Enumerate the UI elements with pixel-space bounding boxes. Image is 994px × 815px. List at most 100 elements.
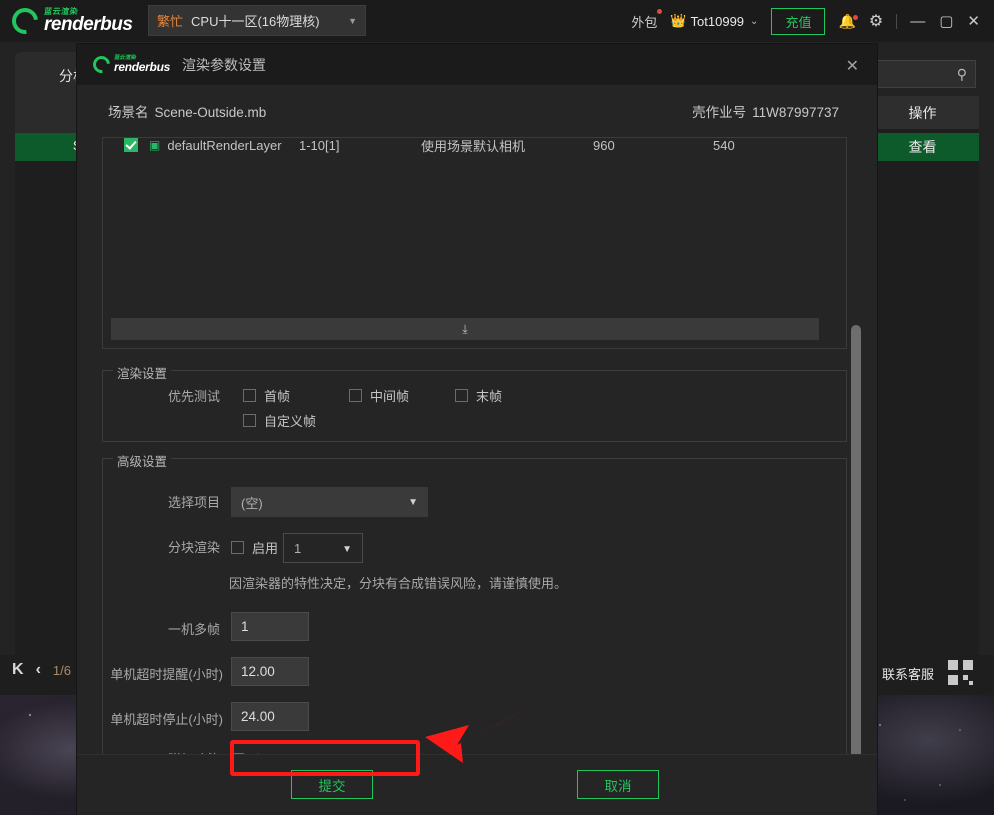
notifications-button[interactable]: 🔔	[838, 13, 858, 30]
middle-frame-checkbox[interactable]	[349, 389, 362, 402]
timeout-warn-value: 12.00	[241, 664, 275, 679]
checkbox-middle-frame[interactable]: 中间帧	[349, 386, 409, 405]
scene-name-label: 场景名	[108, 105, 149, 120]
layer-height: 540	[713, 137, 735, 153]
title-bar-right-group: 外包 👑 Tot10999 ⌄ 充值 🔔 ⚙ — ▢ ✕	[631, 0, 994, 42]
app-window: 分析 Sc ⚲ 操作 查看 K ‹ 1/6 ☉联系客服 蓝云渲染 renderb…	[0, 0, 994, 815]
settings-button[interactable]: ⚙	[869, 11, 883, 31]
user-menu[interactable]: 👑 Tot10999 ⌄	[670, 13, 758, 29]
outsource-button[interactable]: 外包	[631, 8, 663, 31]
chevron-down-icon: ▼	[408, 497, 418, 508]
brand-en-label: renderbus	[44, 14, 133, 35]
cpu-zone-dropdown[interactable]: 繁忙 CPU十一区(16物理核) ▼	[148, 5, 366, 36]
tile-count-dropdown[interactable]: 1 ▼	[283, 533, 363, 563]
contact-support-link[interactable]: ☉联系客服	[868, 664, 934, 683]
submit-label: 提交	[318, 778, 346, 794]
maximize-button[interactable]: ▢	[939, 12, 953, 30]
job-number-value: 11W87997737	[752, 105, 839, 120]
tile-enable-label: 启用	[252, 541, 279, 556]
brand-cn-label: 蓝云渲染	[43, 7, 79, 16]
pagination: K ‹ 1/6	[12, 661, 71, 679]
timeout-stop-input[interactable]: 24.00	[231, 702, 309, 731]
checkbox-last-frame[interactable]: 末帧	[455, 386, 502, 405]
qr-code-icon[interactable]	[948, 660, 976, 688]
right-panel-body	[866, 96, 979, 665]
tile-render-label: 分块渲染	[168, 540, 221, 555]
right-panel-header-label: 操作	[908, 104, 937, 121]
expand-layers-button[interactable]: ⤓	[111, 318, 819, 340]
tile-enable-toggle[interactable]: 启用	[231, 538, 278, 557]
tile-enable-checkbox[interactable]	[231, 541, 244, 554]
cpu-zone-label: CPU十一区(16物理核)	[191, 14, 320, 29]
recharge-label: 充值	[771, 7, 826, 35]
timeout-warn-label: 单机超时提醒(小时)	[110, 667, 223, 682]
tile-render-note: 因渲染器的特性决定，分块有合成错误风险，请谨慎使用。	[229, 576, 568, 591]
layer-checkbox[interactable]	[124, 138, 138, 152]
job-number-field: 壳作业号 11W87997737	[692, 101, 839, 121]
cancel-label: 取消	[604, 778, 632, 794]
timeout-stop-label: 单机超时停止(小时)	[110, 712, 223, 727]
chevron-down-icon: ▼	[348, 15, 357, 26]
dialog-header: 蓝云渲染 renderbus 渲染参数设置 ✕	[77, 44, 877, 85]
cancel-button[interactable]: 取消	[577, 770, 659, 799]
checkbox-custom-frame[interactable]: 自定义帧	[243, 411, 316, 430]
render-settings-group: 渲染设置 优先测试 首帧 中间帧 末帧 自定义帧	[102, 363, 847, 442]
outsource-label: 外包	[631, 14, 658, 30]
submit-button[interactable]: 提交	[291, 770, 373, 799]
dialog-scrollbar-thumb[interactable]	[851, 325, 861, 815]
checkbox-first-frame[interactable]: 首帧	[243, 386, 290, 405]
multiframe-row: 一机多帧	[168, 619, 220, 638]
middle-frame-label: 中间帧	[370, 389, 410, 404]
page-indicator: 1/6	[52, 662, 71, 678]
tile-note-row: 因渲染器的特性决定，分块有合成错误风险，请谨慎使用。	[229, 573, 567, 592]
project-select-label: 选择项目	[168, 495, 221, 510]
search-icon: ⚲	[956, 66, 967, 82]
first-page-icon[interactable]: K	[12, 661, 24, 679]
multiframe-input[interactable]: 1	[231, 612, 309, 641]
notification-dot-icon	[657, 8, 663, 14]
contact-support-label: 联系客服	[881, 667, 934, 682]
right-panel-view-button[interactable]: 查看	[866, 133, 979, 161]
advanced-settings-group: 高级设置 选择项目 (空) ▼ 分块渲染 启用 1 ▼ 因渲染器的特性决定，分块…	[102, 451, 847, 785]
project-select-value: (空)	[241, 495, 263, 511]
advanced-settings-legend: 高级设置	[113, 451, 172, 470]
user-name-label: Tot10999	[690, 13, 745, 29]
timeout-stop-value: 24.00	[241, 709, 275, 724]
close-window-button[interactable]: ✕	[967, 12, 980, 30]
project-select-row: 选择项目	[168, 492, 220, 511]
job-number-label: 壳作业号	[692, 105, 747, 120]
prev-page-icon[interactable]: ‹	[36, 661, 41, 679]
minimize-button[interactable]: —	[910, 13, 925, 30]
layer-width: 960	[593, 137, 615, 153]
first-frame-label: 首帧	[264, 389, 291, 404]
layer-name: defaultRenderLayer	[167, 137, 282, 153]
multiframe-value: 1	[241, 619, 249, 634]
priority-test-row: 优先测试	[168, 386, 220, 405]
priority-test-label: 优先测试	[168, 389, 221, 404]
chevron-down-icon: ▼	[342, 544, 352, 555]
table-row[interactable]: ▣ defaultRenderLayer 1-10[1] 使用场景默认相机 96…	[103, 130, 828, 160]
first-frame-checkbox[interactable]	[243, 389, 256, 402]
last-frame-checkbox[interactable]	[455, 389, 468, 402]
render-settings-dialog: 蓝云渲染 renderbus 渲染参数设置 ✕ 场景名 Scene-Outside…	[77, 44, 877, 815]
last-frame-label: 末帧	[476, 389, 503, 404]
scene-name-field: 场景名 Scene-Outside.mb	[108, 101, 266, 121]
tile-count-value: 1	[294, 540, 302, 556]
render-layer-list: ▣ defaultRenderLayer 1-10[1] 使用场景默认相机 96…	[102, 137, 847, 349]
timeout-warn-input[interactable]: 12.00	[231, 657, 309, 686]
dialog-brand-en: renderbus	[114, 60, 170, 75]
right-panel-view-label: 查看	[908, 139, 937, 155]
project-select-dropdown[interactable]: (空) ▼	[231, 487, 428, 517]
layer-frames: 1-10[1]	[299, 137, 340, 153]
dialog-close-icon[interactable]: ✕	[846, 56, 859, 76]
search-input[interactable]: ⚲	[872, 60, 976, 88]
recharge-button[interactable]: 充值	[771, 7, 826, 35]
dialog-brand-cn: 蓝云渲染	[113, 54, 137, 61]
render-settings-legend: 渲染设置	[113, 363, 172, 382]
layer-camera: 使用场景默认相机	[421, 138, 526, 154]
title-bar-divider	[896, 13, 898, 29]
custom-frame-checkbox[interactable]	[243, 414, 256, 427]
multiframe-label: 一机多帧	[168, 622, 221, 637]
renderbus-logo-icon	[6, 2, 44, 40]
right-panel-header: 操作	[866, 96, 979, 129]
